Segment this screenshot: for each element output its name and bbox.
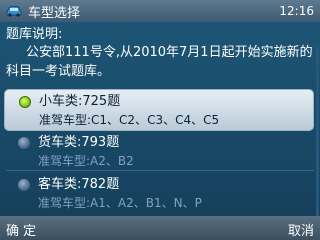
intro-text: 公安部111号令,从2010年7月1日起开始实施新的科目一考试题库。 [6,45,313,79]
radio-unselected-icon [18,137,30,149]
option-small-car[interactable]: 小车类:725题 准驾车型:C1、C2、C3、C4、C5 [4,89,314,131]
option-license: 准驾车型:C1、C2、C3、C4、C5 [39,113,220,127]
radio-unselected-icon [18,179,30,191]
main-content: 题库说明: 公安部111号令,从2010年7月1日起开始实施新的科目一考试题库。… [0,22,320,236]
clock: 12:16 [279,4,314,18]
option-name: 货车类:793题 [38,135,120,150]
intro-heading: 题库说明: [6,27,63,42]
title-bar: 车型选择 12:16 [0,0,320,22]
softkey-bar: 确 定 取消 [0,216,320,240]
option-license: 准驾车型:A1、A2、B1、N、P [38,196,202,210]
option-name: 小车类:725题 [39,94,121,109]
radio-selected-icon [19,96,31,108]
confirm-button[interactable]: 确 定 [6,220,36,239]
car-icon [5,5,23,17]
page-title: 车型选择 [28,6,81,21]
option-bus[interactable]: 客车类:782题 准驾车型:A1、A2、B1、N、P [4,173,314,215]
option-truck[interactable]: 货车类:793题 准驾车型:A2、B2 [4,131,314,173]
option-license: 准驾车型:A2、B2 [38,154,134,168]
option-name: 客车类:782题 [38,177,120,192]
scrollbar[interactable] [316,46,319,236]
cancel-button[interactable]: 取消 [288,220,314,239]
